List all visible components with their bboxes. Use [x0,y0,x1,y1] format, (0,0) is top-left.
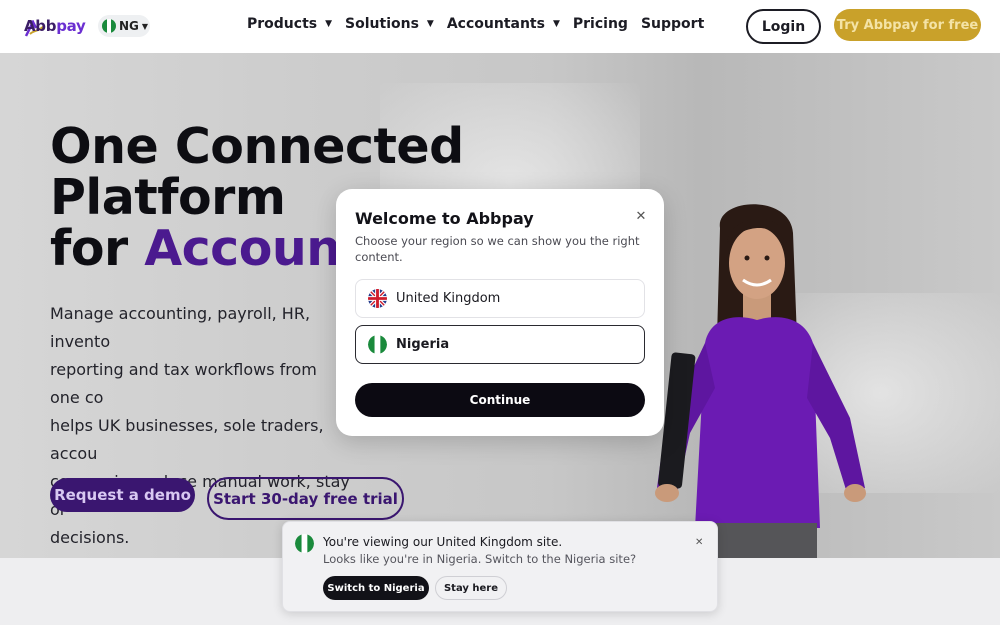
uk-flag-icon [368,289,387,308]
logo-text-accent: pay [56,17,86,35]
region-code: NG [119,19,139,33]
nigeria-flag-icon [295,534,314,553]
close-icon[interactable]: ✕ [695,537,703,548]
nav-products[interactable]: Products ▼ [247,16,332,32]
region-toast: You're viewing our United Kingdom site. … [282,521,718,612]
logo-text-main: Abb [24,17,57,35]
region-option-nigeria[interactable]: Nigeria [355,325,645,364]
nav-support[interactable]: Support [641,16,704,32]
hero-woman-image [655,204,866,558]
caret-down-icon: ▼ [141,21,149,31]
nav-accountants-label: Accountants [446,16,545,32]
region-selector[interactable]: NG ▼ [98,15,150,37]
chevron-down-icon: ▼ [325,19,333,29]
region-option-uk-label: United Kingdom [396,291,501,306]
nav-solutions[interactable]: Solutions ▼ [345,16,434,32]
nigeria-flag-icon [102,19,116,33]
close-icon[interactable]: ✕ [634,210,648,224]
abbpay-logo[interactable]: Abbpay [22,14,86,40]
nav-products-label: Products [247,16,318,32]
modal-title: Welcome to Abbpay [355,209,534,228]
site-header: Abbpay NG ▼ Products ▼ Solutions ▼ Accou… [0,0,1000,53]
nav-accountants[interactable]: Accountants ▼ [447,16,560,32]
region-option-uk[interactable]: United Kingdom [355,279,645,318]
toast-title: You're viewing our United Kingdom site. [323,535,563,549]
nav-pricing[interactable]: Pricing [573,16,628,32]
region-option-nigeria-label: Nigeria [396,337,450,352]
hero-title-line1: One Connected [50,118,464,175]
region-modal: Welcome to Abbpay ✕ Choose your region s… [336,189,664,436]
chevron-down-icon: ▼ [552,19,560,29]
login-button[interactable]: Login [746,9,821,44]
nav-pricing-label: Pricing [572,16,628,32]
nav-solutions-label: Solutions [345,16,419,32]
modal-subtitle: Choose your region so we can show you th… [355,234,640,264]
free-trial-button[interactable]: Start 30-day free trial [207,477,404,520]
nigeria-flag-icon [368,335,387,354]
hero-title-line2: Platform [50,169,286,226]
nav-support-label: Support [640,16,705,32]
main-nav: Products ▼ Solutions ▼ Accountants ▼ Pri… [247,16,717,32]
request-demo-button[interactable]: Request a demo [50,478,195,512]
try-free-button[interactable]: Try Abbpay for free [834,9,981,41]
switch-to-nigeria-button[interactable]: Switch to Nigeria [323,576,429,600]
chevron-down-icon: ▼ [426,19,434,29]
hero-title-line3-prefix: for [50,220,145,277]
stay-here-button[interactable]: Stay here [435,576,507,600]
continue-button[interactable]: Continue [355,383,645,417]
toast-subtitle: Looks like you're in Nigeria. Switch to … [323,552,637,566]
